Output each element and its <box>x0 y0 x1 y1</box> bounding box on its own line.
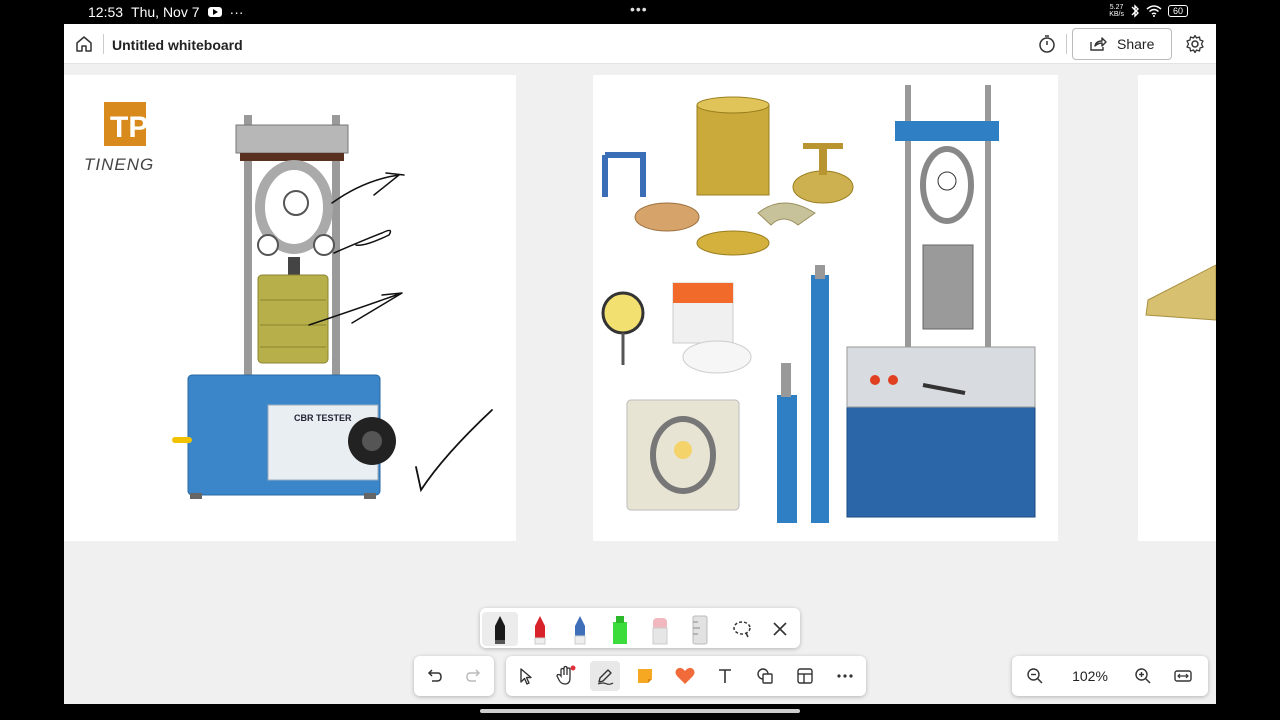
undo-button[interactable] <box>419 661 449 691</box>
date: Thu, Nov 7 <box>131 4 200 20</box>
text-tool-button[interactable] <box>710 661 740 691</box>
wifi-icon <box>1146 5 1162 17</box>
sticky-note-button[interactable] <box>630 661 660 691</box>
brass-plate-image[interactable] <box>1138 75 1216 541</box>
reactions-button[interactable] <box>670 661 700 691</box>
board-title[interactable]: Untitled whiteboard <box>112 37 243 53</box>
network-speed: 5.27 KB/s <box>1109 4 1124 18</box>
pen-icon <box>597 669 614 685</box>
timer-icon[interactable] <box>1037 34 1057 54</box>
pen-blue-button[interactable] <box>562 612 598 646</box>
cbr-accessories-image[interactable] <box>593 75 1058 541</box>
red-pen-icon <box>534 616 546 645</box>
templates-icon <box>797 668 813 684</box>
toolbar-separator <box>1066 34 1067 54</box>
cursor-icon <box>520 668 532 685</box>
network-speed-unit: KB/s <box>1109 11 1124 18</box>
more-notifications-icon: ··· <box>229 4 244 20</box>
fit-to-screen-button[interactable] <box>1168 661 1198 691</box>
whiteboard-canvas[interactable]: TP TINENG CBR TESTER 102% <box>64 65 1216 704</box>
shapes-button[interactable] <box>750 661 780 691</box>
youtube-icon <box>207 7 222 17</box>
cbr-tester-illustration: TP TINENG CBR TESTER <box>84 102 493 499</box>
redo-icon <box>466 669 481 682</box>
ruler-icon <box>692 615 708 645</box>
zoom-out-icon <box>1027 668 1043 684</box>
green-highlighter-icon <box>613 616 627 644</box>
fit-width-icon <box>1174 670 1192 682</box>
templates-button[interactable] <box>790 661 820 691</box>
zoom-out-button[interactable] <box>1020 661 1050 691</box>
share-button[interactable]: Share <box>1072 28 1172 60</box>
share-label: Share <box>1117 36 1155 52</box>
svg-text:TP: TP <box>110 111 148 144</box>
whiteboard-app: Untitled whiteboard Share TP TINENG CBR … <box>64 24 1216 704</box>
hand-icon <box>556 665 576 685</box>
logo-text: TINENG <box>84 155 154 174</box>
blue-pen-icon <box>574 616 586 645</box>
pen-tray <box>480 608 800 648</box>
gear-icon[interactable] <box>1185 34 1205 54</box>
shapes-icon <box>757 668 773 684</box>
zoom-level[interactable]: 102% <box>1068 668 1112 684</box>
select-tool-button[interactable] <box>511 661 541 691</box>
eraser-button[interactable] <box>642 612 678 646</box>
more-options-button[interactable] <box>830 661 860 691</box>
pan-tool-button[interactable] <box>550 661 580 691</box>
heart-icon <box>675 667 695 684</box>
zoom-bar: 102% <box>1012 656 1208 696</box>
home-icon[interactable] <box>74 34 94 54</box>
sticky-note-icon <box>638 669 652 683</box>
home-indicator[interactable] <box>480 709 800 713</box>
undo-redo-bar <box>414 656 494 696</box>
clock: 12:53 <box>88 4 124 20</box>
zoom-in-button[interactable] <box>1128 661 1158 691</box>
main-toolbar <box>506 656 866 696</box>
cbr-tester-label: CBR TESTER <box>294 413 352 423</box>
share-icon <box>1090 37 1107 51</box>
brass-plate-illustration <box>1145 264 1216 321</box>
title-bar: Untitled whiteboard Share <box>64 24 1216 64</box>
close-icon <box>773 622 787 636</box>
status-bar: 12:53 Thu, Nov 7 ··· ••• 5.27 KB/s 60 <box>0 0 1280 24</box>
eraser-icon <box>652 618 668 645</box>
battery-indicator: 60 <box>1167 5 1188 17</box>
multitask-dots[interactable]: ••• <box>630 1 648 17</box>
bluetooth-icon <box>1131 4 1139 18</box>
more-icon <box>837 674 853 678</box>
ruler-button[interactable] <box>682 612 718 646</box>
pen-tool-button[interactable] <box>590 661 620 691</box>
zoom-in-icon <box>1135 668 1151 684</box>
title-separator <box>103 34 104 54</box>
cbr-accessories-illustration <box>601 85 1036 523</box>
redo-button[interactable] <box>459 661 489 691</box>
lasso-select-button[interactable] <box>724 612 760 646</box>
cbr-tester-image[interactable]: TP TINENG CBR TESTER <box>64 75 516 541</box>
screen: 12:53 Thu, Nov 7 ··· ••• 5.27 KB/s 60 Un… <box>0 0 1280 720</box>
lasso-icon <box>733 621 751 638</box>
undo-icon <box>427 669 442 682</box>
highlighter-green-button[interactable] <box>602 612 638 646</box>
pen-red-button[interactable] <box>522 612 558 646</box>
black-pen-icon <box>495 616 505 644</box>
network-speed-value: 5.27 <box>1109 4 1124 11</box>
pen-black-button[interactable] <box>482 612 518 646</box>
text-icon <box>719 669 731 683</box>
close-tray-button[interactable] <box>762 612 798 646</box>
